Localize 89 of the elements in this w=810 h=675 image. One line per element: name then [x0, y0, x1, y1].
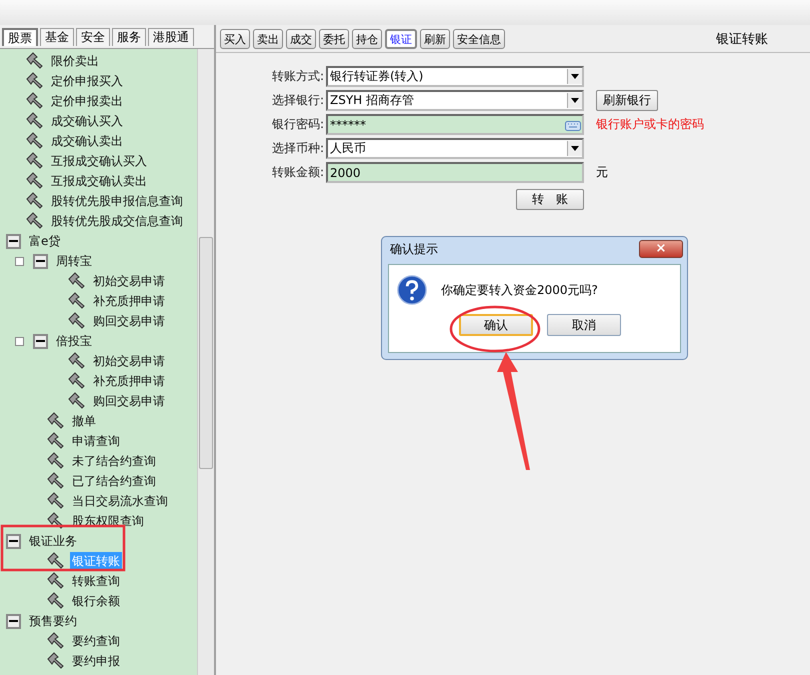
field-label: 转账方式: — [270, 68, 325, 85]
tree-item[interactable]: 限价卖出 — [49, 52, 101, 70]
tree-item[interactable]: 补充质押申请 — [91, 372, 167, 390]
amount-field[interactable]: 2000 — [326, 162, 584, 183]
transfer-button[interactable]: 转 账 — [516, 189, 584, 210]
dialog-button[interactable]: 确认 — [459, 314, 533, 336]
toolbar-button[interactable]: 成交 — [286, 29, 316, 49]
tree-item[interactable]: 初始交易申请 — [91, 272, 167, 290]
hammer-icon — [46, 471, 66, 491]
tree-item[interactable]: 要约查询 — [70, 632, 122, 650]
tree-group-label[interactable]: 银证业务 — [29, 532, 77, 550]
question-icon — [397, 275, 427, 305]
dropdown-field[interactable]: 人民币 — [326, 138, 584, 159]
tree-item[interactable]: 转账查询 — [70, 572, 122, 590]
sidebar-tab[interactable]: 港股通 — [148, 28, 194, 46]
hammer-icon — [25, 171, 45, 191]
tree-item[interactable]: 定价申报买入 — [49, 72, 125, 90]
scrollbar[interactable] — [197, 49, 214, 675]
hammer-icon — [46, 491, 66, 511]
hammer-icon — [25, 111, 45, 131]
field-label: 选择银行: — [270, 92, 325, 109]
tree-item[interactable]: 撤单 — [70, 412, 98, 430]
tree-item[interactable]: 未了结合约查询 — [70, 452, 158, 470]
hammer-icon — [25, 71, 45, 91]
dropdown-field[interactable]: ZSYH 招商存管 — [326, 90, 584, 111]
hammer-icon — [25, 91, 45, 111]
tree-group-label[interactable]: 周转宝 — [56, 252, 92, 270]
field-label: 银行密码: — [270, 116, 325, 133]
tree-group-label[interactable]: 预售要约 — [29, 612, 77, 630]
hammer-icon — [46, 551, 66, 571]
toolbar-button[interactable]: 卖出 — [253, 29, 283, 49]
hammer-icon — [46, 411, 66, 431]
tree-item[interactable]: 成交确认买入 — [49, 112, 125, 130]
tree-item[interactable]: 定价申报卖出 — [49, 92, 125, 110]
hammer-icon — [67, 371, 87, 391]
tree-item[interactable]: 互报成交确认卖出 — [49, 172, 149, 190]
tree-item[interactable]: 购回交易申请 — [91, 312, 167, 330]
hammer-icon — [25, 51, 45, 71]
tree-item[interactable]: 已了结合约查询 — [70, 472, 158, 490]
hammer-icon — [25, 191, 45, 211]
hint-text: 银行账户或卡的密码 — [596, 116, 704, 133]
sidebar-tab[interactable]: 服务 — [112, 28, 146, 46]
hammer-icon — [46, 591, 66, 611]
tree-item[interactable]: 当日交易流水查询 — [70, 492, 170, 510]
tree-item[interactable]: 互报成交确认买入 — [49, 152, 149, 170]
panel-title: 银证转账 — [716, 31, 768, 48]
toolbar-button[interactable]: 银证 — [385, 29, 417, 49]
hammer-icon — [46, 431, 66, 451]
toolbar-button[interactable]: 委托 — [319, 29, 349, 49]
tree-item[interactable]: 补充质押申请 — [91, 292, 167, 310]
field-label: 选择币种: — [270, 140, 325, 157]
hammer-icon — [67, 291, 87, 311]
toolbar-button[interactable]: 买入 — [220, 29, 250, 49]
refresh-bank-button[interactable]: 刷新银行 — [596, 90, 658, 111]
toolbar-button[interactable]: 安全信息 — [453, 29, 505, 49]
dialog-button[interactable]: 取消 — [547, 314, 621, 336]
toolbar-button[interactable]: 刷新 — [420, 29, 450, 49]
sidebar-tab[interactable]: 股票 — [2, 28, 38, 46]
hammer-icon — [25, 211, 45, 231]
unit-label: 元 — [596, 164, 608, 181]
tree-item[interactable]: 要约申报 — [70, 652, 122, 670]
hammer-icon — [67, 351, 87, 371]
hammer-icon — [46, 631, 66, 651]
tree-group-label[interactable]: 倍投宝 — [56, 332, 92, 350]
tree-item[interactable]: 股转优先股成交信息查询 — [49, 212, 185, 230]
password-field[interactable]: ****** — [326, 114, 584, 135]
tree-item[interactable]: 股转优先股申报信息查询 — [49, 192, 185, 210]
tree-item[interactable]: 购回交易申请 — [91, 392, 167, 410]
tree-group-label[interactable]: 富e贷 — [29, 232, 60, 250]
tree-item[interactable]: 成交确认卖出 — [49, 132, 125, 150]
hammer-icon — [67, 391, 87, 411]
sidebar-tab[interactable]: 安全 — [76, 28, 110, 46]
hammer-icon — [67, 311, 87, 331]
toolbar-button[interactable]: 持仓 — [352, 29, 382, 49]
hammer-icon — [46, 571, 66, 591]
hammer-icon — [25, 131, 45, 151]
tree-item[interactable]: 初始交易申请 — [91, 352, 167, 370]
hammer-icon — [25, 151, 45, 171]
dropdown-field[interactable]: 银行转证券(转入) — [326, 66, 584, 87]
field-label: 转账金额: — [270, 164, 325, 181]
dialog-message: 你确定要转入资金2000元吗? — [441, 282, 598, 298]
hammer-icon — [46, 651, 66, 671]
tree-item[interactable]: 申请查询 — [70, 432, 122, 450]
dialog-title: 确认提示 — [390, 240, 438, 258]
hammer-icon — [46, 451, 66, 471]
hammer-icon — [67, 271, 87, 291]
sidebar-tab[interactable]: 基金 — [40, 28, 74, 46]
tree-item[interactable]: 银行余额 — [70, 592, 122, 610]
keyboard-icon[interactable] — [565, 118, 581, 130]
